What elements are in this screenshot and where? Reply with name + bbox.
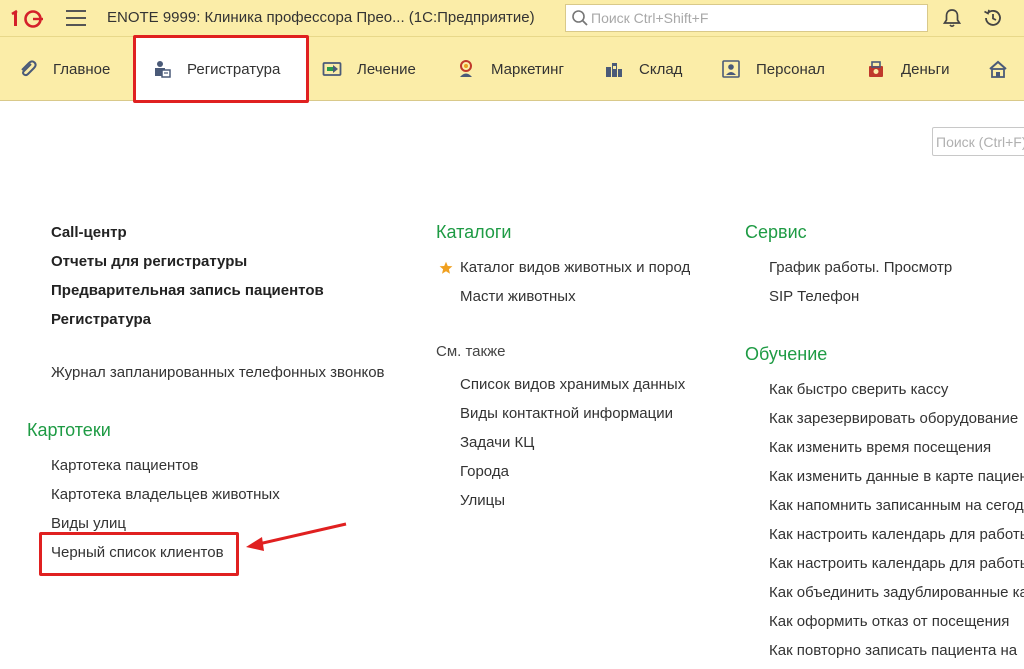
sections-panel: Главное Регистратура Лечение Маркетинг С… — [0, 37, 1024, 101]
group-title-kartoteki: Картотеки — [27, 420, 111, 440]
section-more[interactable] — [988, 37, 1023, 101]
marketing-icon — [456, 59, 476, 79]
group-title-obuchenie: Обучение — [745, 344, 828, 364]
link-work-schedule[interactable]: График работы. Просмотр — [769, 259, 952, 276]
section-registratura[interactable]: Регистратура — [136, 37, 306, 101]
content-search[interactable] — [932, 127, 1024, 156]
section-warehouse[interactable]: Склад — [604, 37, 682, 101]
home-icon — [988, 59, 1008, 79]
section-main[interactable]: Главное — [18, 37, 110, 101]
global-search-input[interactable] — [591, 8, 921, 28]
title-bar: ENOTE 9999: Клиника профессора Прео... (… — [0, 0, 1024, 37]
warehouse-icon — [604, 59, 624, 79]
reception-icon — [152, 59, 172, 79]
link-street-types[interactable]: Виды улиц — [51, 515, 126, 532]
link-training-9[interactable]: Как повторно записать пациента на — [769, 642, 1017, 659]
treatment-icon — [322, 59, 342, 79]
link-stored-data-types[interactable]: Список видов хранимых данных — [460, 376, 685, 393]
link-registry-reports[interactable]: Отчеты для регистратуры — [51, 253, 247, 270]
link-training-6[interactable]: Как настроить календарь для работы — [769, 555, 1024, 572]
section-treatment[interactable]: Лечение — [322, 37, 416, 101]
bell-icon[interactable] — [941, 7, 963, 29]
link-patient-cards[interactable]: Картотека пациентов — [51, 457, 198, 474]
global-search[interactable] — [565, 4, 928, 32]
link-training-3[interactable]: Как изменить данные в карте пациента — [769, 468, 1024, 485]
pointer-arrow — [246, 522, 347, 551]
link-pre-booking[interactable]: Предварительная запись пациентов — [51, 282, 324, 299]
staff-icon — [721, 59, 741, 79]
group-title-katalogi: Каталоги — [436, 222, 512, 242]
search-icon — [572, 10, 588, 26]
link-training-4[interactable]: Как напомнить записанным на сегодня — [769, 497, 1024, 514]
link-animal-colors[interactable]: Масти животных — [460, 288, 576, 305]
link-sip-phone[interactable]: SIP Телефон — [769, 288, 859, 305]
money-icon — [866, 59, 886, 79]
content-search-input[interactable] — [933, 128, 1024, 155]
section-money[interactable]: Деньги — [866, 37, 949, 101]
link-call-journal[interactable]: Журнал запланированных телефонных звонко… — [51, 364, 385, 381]
1c-logo-icon[interactable] — [11, 9, 45, 29]
link-kc-tasks[interactable]: Задачи КЦ — [460, 434, 534, 451]
link-animal-catalog[interactable]: Каталог видов животных и пород — [460, 259, 690, 276]
link-cities[interactable]: Города — [460, 463, 509, 480]
section-staff[interactable]: Персонал — [721, 37, 825, 101]
link-training-7[interactable]: Как объединить задублированные карты — [769, 584, 1024, 601]
link-registratura[interactable]: Регистратура — [51, 311, 151, 328]
link-owner-cards[interactable]: Картотека владельцев животных — [51, 486, 280, 503]
link-training-0[interactable]: Как быстро сверить кассу — [769, 381, 948, 398]
link-streets[interactable]: Улицы — [460, 492, 505, 509]
star-icon[interactable] — [439, 261, 453, 275]
link-call-center[interactable]: Call-центр — [51, 224, 127, 241]
group-title-see-also: См. также — [436, 343, 506, 360]
link-training-2[interactable]: Как изменить время посещения — [769, 439, 991, 456]
section-marketing[interactable]: Маркетинг — [456, 37, 564, 101]
link-blacklist[interactable]: Черный список клиентов — [51, 544, 224, 561]
history-icon[interactable] — [982, 7, 1004, 29]
link-training-8[interactable]: Как оформить отказ от посещения — [769, 613, 1009, 630]
paperclip-icon — [18, 59, 38, 79]
link-training-5[interactable]: Как настроить календарь для работы — [769, 526, 1024, 543]
app-title: ENOTE 9999: Клиника профессора Прео... (… — [107, 9, 535, 26]
link-contact-info-types[interactable]: Виды контактной информации — [460, 405, 673, 422]
menu-burger-icon[interactable] — [66, 10, 86, 26]
group-title-servis: Сервис — [745, 222, 807, 242]
link-training-1[interactable]: Как зарезервировать оборудование — [769, 410, 1018, 427]
